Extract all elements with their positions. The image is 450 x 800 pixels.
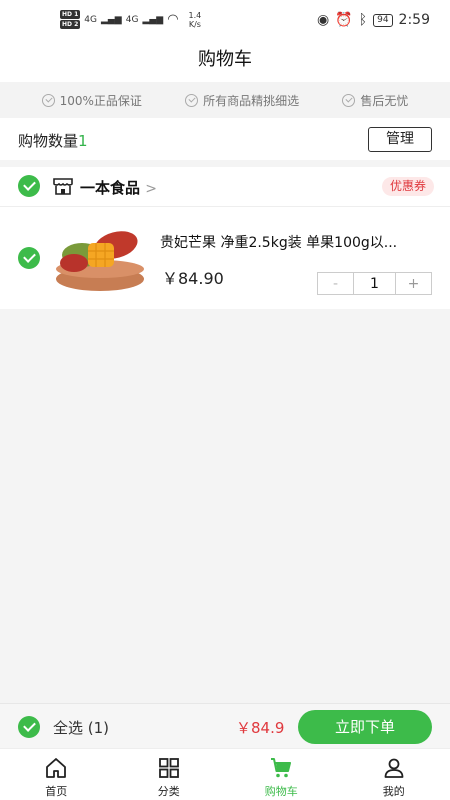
tab-cart-label: 购物车 <box>264 785 298 798</box>
guarantee-bar: 100%正品保证 所有商品精挑细选 售后无忧 <box>0 82 450 118</box>
manage-button[interactable]: 管理 <box>368 127 432 152</box>
shop-icon <box>53 178 73 195</box>
tab-cart[interactable]: 购物车 <box>225 749 338 800</box>
net-speed-value: 1.4 <box>188 10 202 20</box>
bottom-tab-bar: 首页 分类 购物车 我的 <box>0 748 450 800</box>
cart-count-number: 1 <box>78 132 88 150</box>
tab-home[interactable]: 首页 <box>0 749 113 800</box>
store-checkbox[interactable] <box>18 175 40 197</box>
checkout-bar: 全选 (1) ￥84.9 立即下单 <box>0 703 450 748</box>
status-right: ◉ ⏰ ᛒ 94 2:59 <box>317 12 430 28</box>
bluetooth-icon: ᛒ <box>358 12 368 28</box>
quantity-minus-button[interactable]: - <box>318 273 354 294</box>
tab-home-label: 首页 <box>45 785 68 798</box>
quantity-value[interactable]: 1 <box>354 273 396 294</box>
store-name[interactable]: 一本食品 > <box>80 177 157 198</box>
status-bar: HD 1 HD 2 4G ▂▄▆ 4G ▂▄▆ ◠ 1.4 K/s ◉ ⏰ ᛒ … <box>0 0 450 44</box>
tab-category-label: 分类 <box>157 785 180 798</box>
guarantee-label: 100%正品保证 <box>59 93 142 108</box>
place-order-button[interactable]: 立即下单 <box>298 710 432 744</box>
tab-mine-label: 我的 <box>382 785 405 798</box>
user-icon <box>384 758 404 778</box>
check-circle-icon <box>185 93 199 107</box>
product-title[interactable]: 贵妃芒果 净重2.5kg装 单果100g以... <box>160 232 430 252</box>
category-icon <box>158 758 179 778</box>
store-name-text: 一本食品 <box>80 179 141 197</box>
guarantee-label: 售后无忧 <box>360 93 409 108</box>
home-icon <box>46 758 67 778</box>
hd1-label: HD 1 <box>60 10 81 19</box>
cart-count-bar: 购物数量1 管理 <box>0 118 450 160</box>
net-speed-unit: K/s <box>188 19 201 29</box>
check-circle-icon <box>41 93 55 107</box>
signal-bars-icon: ▂▄▆ <box>100 14 122 25</box>
product-thumbnail[interactable] <box>54 223 146 293</box>
cart-count-text: 购物数量 <box>18 132 79 150</box>
wifi-icon: ◠ <box>167 12 179 27</box>
alarm-icon: ⏰ <box>335 12 353 28</box>
total-price: ￥84.9 <box>236 719 285 737</box>
store-card: 一本食品 > 优惠券 贵妃芒果 净重2.5kg装 单果100g以... ￥84.… <box>0 167 450 309</box>
product-price: ￥84.90 <box>162 269 224 288</box>
status-left: HD 1 HD 2 4G ▂▄▆ 4G ▂▄▆ ◠ 1.4 K/s <box>60 10 201 29</box>
clock-time: 2:59 <box>398 12 430 28</box>
tab-category[interactable]: 分类 <box>113 749 226 800</box>
hd2-label: HD 2 <box>60 20 81 29</box>
select-all-label[interactable]: 全选 (1) <box>53 717 109 738</box>
check-circle-icon <box>342 93 356 107</box>
guarantee-item: 售后无忧 <box>342 92 408 109</box>
signal-bars-icon-2: ▂▄▆ <box>142 14 164 25</box>
battery-icon: 94 <box>373 13 393 27</box>
page-title: 购物车 <box>0 44 450 82</box>
cart-icon <box>271 758 292 778</box>
hd-indicator: HD 1 HD 2 <box>60 10 81 29</box>
tab-mine[interactable]: 我的 <box>338 749 450 800</box>
guarantee-label: 所有商品精挑细选 <box>203 93 300 108</box>
cart-count-label: 购物数量1 <box>18 130 88 151</box>
select-all-checkbox[interactable] <box>18 716 40 738</box>
item-checkbox[interactable] <box>18 247 40 269</box>
signal1-label: 4G <box>84 14 97 25</box>
signal2-label: 4G <box>125 14 139 25</box>
eye-icon: ◉ <box>317 12 330 28</box>
guarantee-item: 100%正品保证 <box>41 92 142 109</box>
chevron-right-icon: > <box>145 181 157 197</box>
net-speed: 1.4 K/s <box>189 11 202 29</box>
guarantee-item: 所有商品精挑细选 <box>185 92 299 109</box>
quantity-stepper: - 1 + <box>317 272 432 295</box>
store-header: 一本食品 > 优惠券 <box>0 167 450 207</box>
quantity-plus-button[interactable]: + <box>396 273 431 294</box>
coupon-badge[interactable]: 优惠券 <box>381 177 434 196</box>
